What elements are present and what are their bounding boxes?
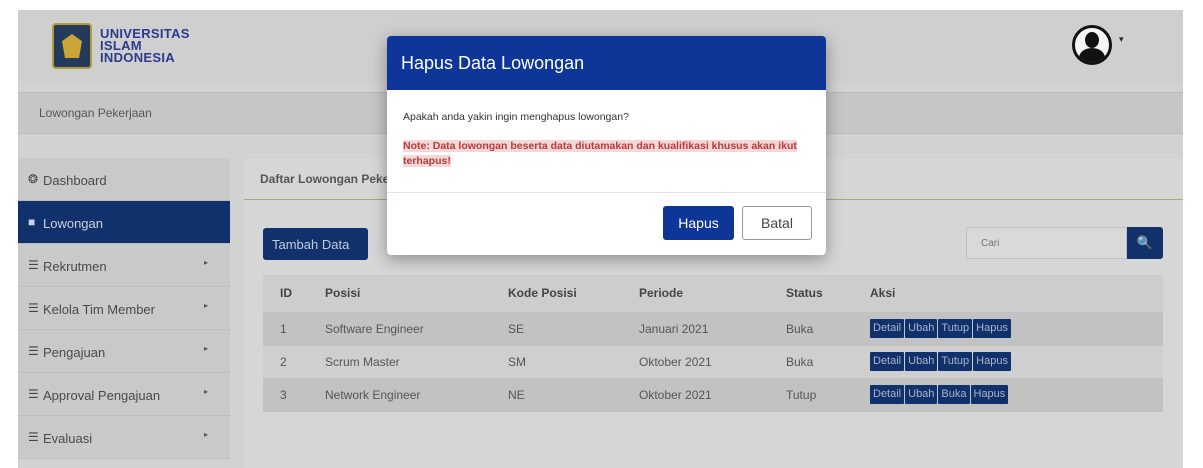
cell-periode: Oktober 2021 bbox=[639, 378, 786, 412]
list-icon: ☰ bbox=[28, 258, 39, 272]
column-header: Aksi bbox=[870, 275, 1163, 313]
confirm-delete-button[interactable]: Hapus bbox=[663, 206, 734, 240]
list-icon: ☰ bbox=[28, 430, 39, 444]
delete-button[interactable]: Hapus bbox=[970, 385, 1009, 404]
column-header: Kode Posisi bbox=[508, 275, 639, 313]
cell-actions: Detail Ubah Tutup Hapus bbox=[870, 345, 1163, 379]
modal-warning-note: Note: Data lowongan beserta data diutama… bbox=[403, 140, 797, 167]
chevron-down-icon[interactable]: ▾ bbox=[1119, 34, 1124, 45]
cell-id: 3 bbox=[263, 378, 325, 412]
close-button[interactable]: Tutup bbox=[938, 352, 973, 371]
detail-button[interactable]: Detail bbox=[870, 319, 905, 338]
cell-posisi: Network Engineer bbox=[325, 378, 508, 412]
sidebar-item-label: Pengajuan bbox=[43, 345, 106, 360]
column-header: Posisi bbox=[325, 275, 508, 313]
table-row: 1 Software Engineer SE Januari 2021 Buka… bbox=[263, 312, 1163, 346]
detail-button[interactable]: Detail bbox=[870, 352, 905, 371]
cell-id: 2 bbox=[263, 345, 325, 379]
list-icon: ☰ bbox=[28, 344, 39, 358]
cell-actions: Detail Ubah Buka Hapus bbox=[870, 378, 1163, 412]
column-header: ID bbox=[263, 275, 325, 313]
sidebar-item-label: Approval Pengajuan bbox=[43, 388, 161, 403]
sidebar-item-label: Lowongan bbox=[43, 216, 103, 231]
logo-text: UNIVERSITAS ISLAM INDONESIA bbox=[100, 27, 190, 65]
edit-button[interactable]: Ubah bbox=[905, 352, 938, 371]
sidebar-item-pengajuan[interactable]: ☰ Pengajuan ▸ bbox=[18, 330, 230, 373]
open-button[interactable]: Buka bbox=[938, 385, 970, 404]
sidebar-item-evaluasi[interactable]: ☰ Evaluasi ▸ bbox=[18, 416, 230, 459]
list-icon: ☰ bbox=[28, 301, 39, 315]
search-input[interactable] bbox=[966, 227, 1127, 259]
table-row: 3 Network Engineer NE Oktober 2021 Tutup… bbox=[263, 378, 1163, 412]
search-icon[interactable]: 🔍 bbox=[1127, 227, 1163, 259]
sidebar-item-label: Kelola Tim Member bbox=[43, 302, 155, 317]
sidebar: ❂ Dashboard ■ Lowongan ☰ Rekrutmen ▸ ☰ K… bbox=[18, 158, 230, 468]
cell-actions: Detail Ubah Tutup Hapus bbox=[870, 312, 1163, 346]
chevron-right-icon: ▸ bbox=[203, 301, 208, 310]
university-seal-icon bbox=[52, 23, 92, 69]
cell-posisi: Software Engineer bbox=[325, 312, 508, 346]
delete-button[interactable]: Hapus bbox=[973, 352, 1011, 371]
close-button[interactable]: Tutup bbox=[938, 319, 973, 338]
cancel-button[interactable]: Batal bbox=[742, 206, 812, 240]
sidebar-item-label: Rekrutmen bbox=[43, 259, 107, 274]
cell-status: Tutup bbox=[786, 378, 870, 412]
sidebar-item-label: Evaluasi bbox=[43, 431, 93, 446]
cell-kode: SM bbox=[508, 345, 639, 379]
university-logo[interactable]: UNIVERSITAS ISLAM INDONESIA bbox=[52, 23, 190, 69]
edit-button[interactable]: Ubah bbox=[905, 319, 938, 338]
cell-periode: Oktober 2021 bbox=[639, 345, 786, 379]
briefcase-icon: ■ bbox=[28, 215, 36, 229]
modal-message: Apakah anda yakin ingin menghapus lowong… bbox=[403, 111, 629, 123]
table-header-row: ID Posisi Kode Posisi Periode Status Aks… bbox=[263, 275, 1163, 313]
cell-posisi: Scrum Master bbox=[325, 345, 508, 379]
cell-kode: SE bbox=[508, 312, 639, 346]
sidebar-item-dashboard[interactable]: ❂ Dashboard bbox=[18, 158, 230, 201]
column-header: Periode bbox=[639, 275, 786, 313]
job-table: ID Posisi Kode Posisi Periode Status Aks… bbox=[263, 275, 1163, 412]
modal-body: Apakah anda yakin ingin menghapus lowong… bbox=[387, 90, 826, 193]
edit-button[interactable]: Ubah bbox=[905, 385, 938, 404]
cell-periode: Januari 2021 bbox=[639, 312, 786, 346]
chevron-right-icon: ▸ bbox=[203, 344, 208, 353]
cell-status: Buka bbox=[786, 312, 870, 346]
sidebar-item-kelola-tim-member[interactable]: ☰ Kelola Tim Member ▸ bbox=[18, 287, 230, 330]
sidebar-item-lowongan[interactable]: ■ Lowongan bbox=[18, 201, 230, 244]
add-data-button[interactable]: Tambah Data bbox=[263, 228, 368, 260]
delete-button[interactable]: Hapus bbox=[973, 319, 1011, 338]
dashboard-icon: ❂ bbox=[28, 172, 39, 186]
table-row: 2 Scrum Master SM Oktober 2021 Buka Deta… bbox=[263, 345, 1163, 379]
cell-kode: NE bbox=[508, 378, 639, 412]
column-header: Status bbox=[786, 275, 870, 313]
sidebar-item-approval-pengajuan[interactable]: ☰ Approval Pengajuan ▸ bbox=[18, 373, 230, 416]
logo-line-3: INDONESIA bbox=[100, 50, 175, 65]
chevron-right-icon: ▸ bbox=[203, 258, 208, 267]
breadcrumb-label: Lowongan Pekerjaan bbox=[39, 106, 152, 120]
sidebar-item-rekrutmen[interactable]: ☰ Rekrutmen ▸ bbox=[18, 244, 230, 287]
cell-status: Buka bbox=[786, 345, 870, 379]
list-icon: ☰ bbox=[28, 387, 39, 401]
chevron-right-icon: ▸ bbox=[203, 387, 208, 396]
delete-confirm-modal: Hapus Data Lowongan Apakah anda yakin in… bbox=[387, 36, 826, 255]
cell-id: 1 bbox=[263, 312, 325, 346]
detail-button[interactable]: Detail bbox=[870, 385, 905, 404]
sidebar-item-label: Dashboard bbox=[43, 173, 107, 188]
user-avatar-icon[interactable] bbox=[1072, 25, 1112, 65]
modal-title: Hapus Data Lowongan bbox=[387, 36, 826, 90]
chevron-right-icon: ▸ bbox=[203, 430, 208, 439]
